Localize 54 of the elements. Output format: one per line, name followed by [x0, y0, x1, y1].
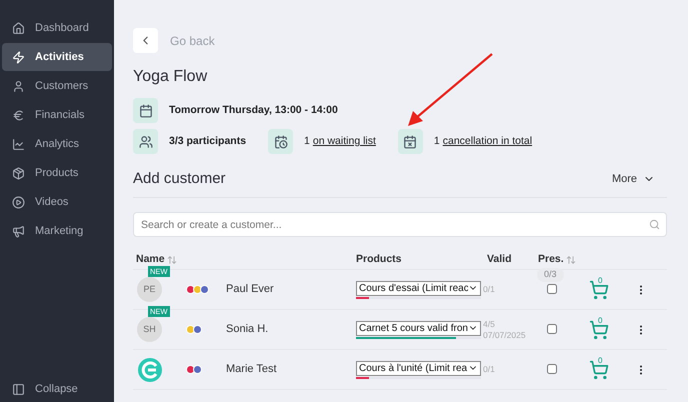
calendar-clock-icon [268, 129, 294, 154]
stat-count: 1 [434, 134, 440, 149]
customer-name: Sonia H. [226, 322, 270, 338]
stat-text: 3/3 participants [169, 134, 246, 149]
calendar-x-icon [398, 129, 423, 154]
product-select[interactable]: Cours d'essai (Limit reac [356, 280, 481, 296]
sidebar-item[interactable]: Dashboard [2, 14, 112, 42]
lightning-icon [12, 50, 25, 64]
product-select[interactable]: Carnet 5 cours valid fron [356, 320, 481, 336]
sidebar-item[interactable]: Financials [2, 101, 112, 129]
avatar: PE [137, 277, 162, 302]
sidebar-item[interactable]: Marketing [2, 217, 112, 245]
product-select[interactable]: Cours à l'unité (Limit rea [356, 360, 481, 376]
column-header: Valid [487, 252, 512, 265]
sidebar-item[interactable]: Activities [2, 43, 112, 71]
sidebar-item[interactable]: Customers [2, 72, 112, 100]
valid-text: 0/1 [483, 364, 496, 375]
panel-icon [12, 382, 25, 396]
customer-name: Marie Test [226, 362, 278, 378]
valid-text: 0/1 [483, 284, 496, 295]
valid-text: 4/5 [483, 318, 496, 330]
euro-icon [12, 108, 25, 122]
date-text: Tomorrow Thursday, 13:00 - 14:00 [169, 102, 338, 118]
presence-checkbox[interactable] [547, 284, 557, 294]
user-icon [12, 80, 25, 92]
line-chart-icon [12, 138, 25, 150]
column-header: Products [356, 252, 402, 265]
more-button[interactable]: More [612, 171, 655, 188]
customer-name: Paul Ever [226, 282, 275, 298]
stat-link[interactable]: on waiting list [312, 134, 376, 150]
sidebar-item[interactable]: Videos [2, 188, 112, 216]
collapse-button[interactable]: Collapse [2, 380, 112, 398]
home-icon [12, 22, 25, 34]
logo-icon [137, 356, 163, 382]
presence-count: 0/3 [537, 268, 564, 282]
megaphone-icon [12, 224, 25, 238]
section-title: Add customer [133, 169, 226, 189]
box-icon [12, 166, 25, 180]
stat-link[interactable]: cancellation in total [442, 134, 532, 150]
search-field[interactable]: Search or create a customer... [133, 212, 667, 237]
people-icon [133, 129, 158, 154]
avatar: SH [137, 317, 162, 342]
play-icon [12, 196, 25, 208]
sidebar-item[interactable]: Products [2, 159, 112, 187]
calendar-icon [133, 98, 158, 123]
presence-checkbox[interactable] [547, 364, 557, 374]
presence-checkbox[interactable] [547, 324, 557, 334]
sidebar-item[interactable]: Analytics [2, 130, 112, 158]
valid-text: 07/07/2025 [483, 330, 527, 340]
column-header[interactable]: Name [136, 252, 165, 268]
column-header[interactable]: Pres. [538, 252, 564, 268]
stat-count: 1 [304, 134, 310, 149]
activity-title: Yoga Flow [133, 67, 208, 87]
search-icon [649, 218, 660, 230]
